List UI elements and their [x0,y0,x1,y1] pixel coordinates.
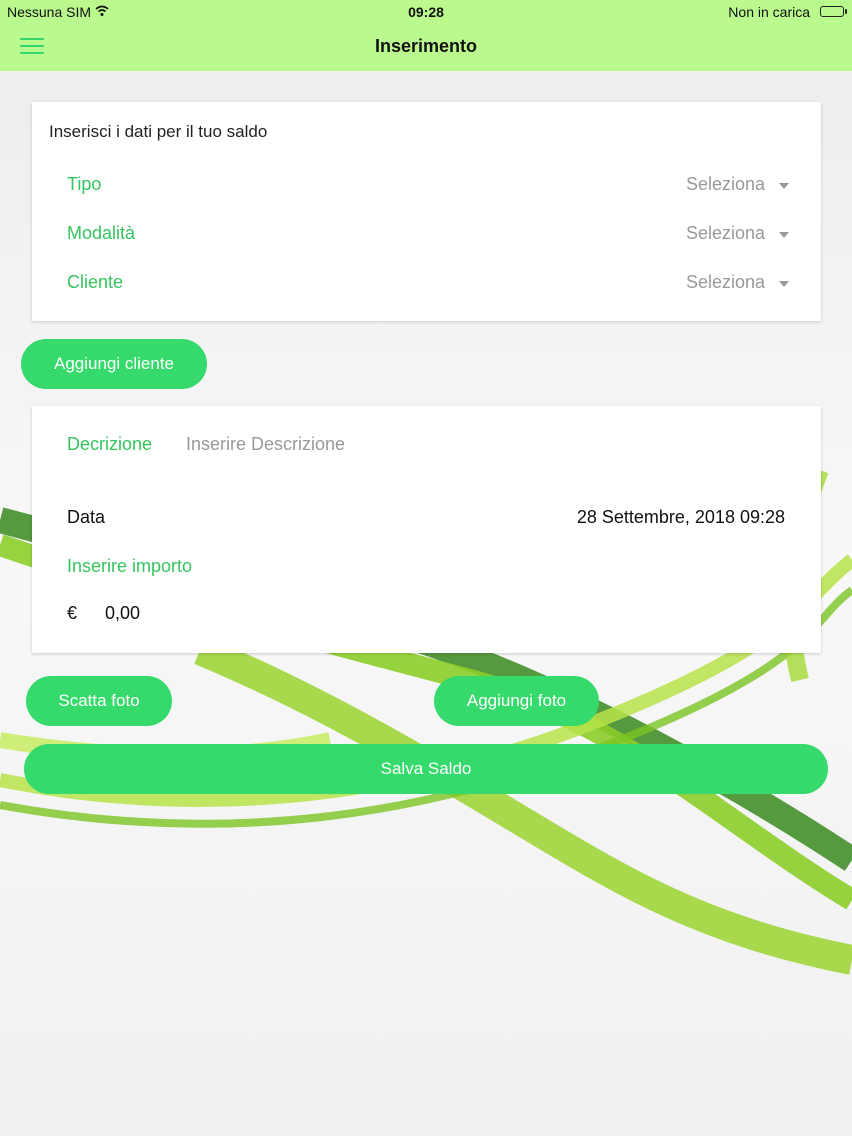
modalita-select[interactable]: Modalità Seleziona [67,213,789,253]
selection-card: Inserisci i dati per il tuo saldo Tipo S… [32,102,821,321]
take-photo-button[interactable]: Scatta foto [26,676,172,726]
tipo-label: Tipo [67,174,102,194]
add-photo-button[interactable]: Aggiungi foto [434,676,599,726]
date-value[interactable]: 28 Settembre, 2018 09:28 [577,507,785,528]
date-label: Data [67,507,106,527]
charging-status: Non in carica [728,4,810,20]
caret-down-icon [779,232,789,238]
modalita-label: Modalità [67,223,136,243]
tipo-value: Seleziona [685,174,765,194]
description-label: Decrizione [67,434,153,454]
modalita-value: Seleziona [685,223,765,243]
battery-icon [820,6,847,17]
add-client-button[interactable]: Aggiungi cliente [21,339,207,389]
save-balance-button[interactable]: Salva Saldo [24,744,828,794]
card-heading: Inserisci i dati per il tuo saldo [49,122,268,141]
status-bar: Nessuna SIM 09:28 Non in carica [0,0,852,24]
caret-down-icon [779,183,789,189]
page-title: Inserimento [374,36,478,56]
cliente-value: Seleziona [685,272,765,292]
amount-label: Inserire importo [67,556,193,576]
caret-down-icon [779,281,789,287]
app-header: Nessuna SIM 09:28 Non in carica Inserime… [0,0,852,71]
cliente-select[interactable]: Cliente Seleziona [67,262,789,302]
description-input[interactable]: Inserire Descrizione [186,434,345,455]
tipo-select[interactable]: Tipo Seleziona [67,164,789,204]
cliente-label: Cliente [67,272,124,292]
status-time: 09:28 [408,4,444,20]
currency-symbol: € [67,603,78,623]
amount-input[interactable]: 0,00 [105,603,140,624]
details-card: Decrizione Inserire Descrizione Data 28 … [32,406,821,653]
